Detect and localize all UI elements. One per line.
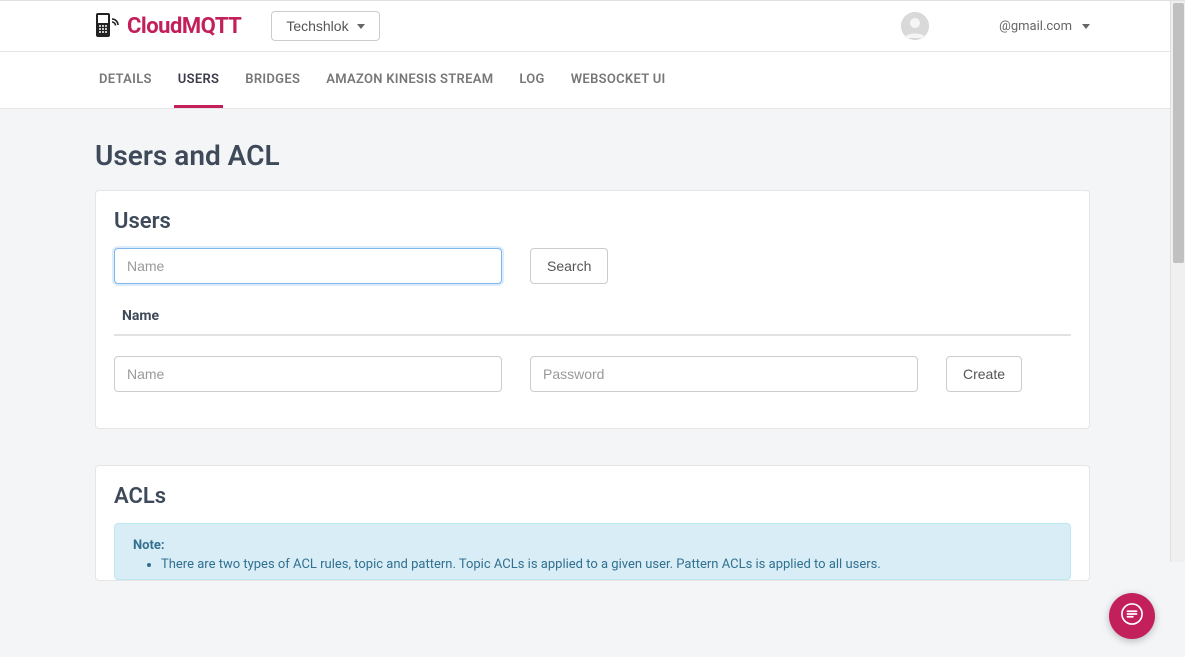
tab-log[interactable]: LOG bbox=[515, 52, 548, 108]
avatar[interactable] bbox=[901, 12, 929, 40]
users-card-title: Users bbox=[114, 209, 1071, 234]
create-button[interactable]: Create bbox=[946, 356, 1022, 392]
create-name-input[interactable] bbox=[114, 356, 502, 392]
acls-card: ACLs Note: There are two types of ACL ru… bbox=[95, 465, 1090, 581]
create-password-input[interactable] bbox=[530, 356, 918, 392]
chat-icon bbox=[1121, 603, 1143, 629]
acls-note: Note: There are two types of ACL rules, … bbox=[114, 523, 1071, 580]
acls-card-title: ACLs bbox=[114, 484, 1071, 509]
users-table-header: Name bbox=[114, 298, 1071, 336]
tab-websocket-ui[interactable]: WEBSOCKET UI bbox=[567, 52, 670, 108]
search-name-input[interactable] bbox=[114, 248, 502, 284]
page-title: Users and ACL bbox=[95, 139, 1090, 172]
column-name: Name bbox=[122, 308, 159, 324]
top-bar: CloudMQTT Techshlok @gmail.com bbox=[0, 1, 1185, 52]
chevron-down-icon bbox=[1082, 24, 1090, 29]
user-menu[interactable]: @gmail.com bbox=[999, 19, 1090, 34]
scrollbar-thumb[interactable] bbox=[1173, 3, 1184, 263]
instance-label: Techshlok bbox=[286, 18, 348, 34]
tab-bridges[interactable]: BRIDGES bbox=[241, 52, 304, 108]
brand-name: CloudMQTT bbox=[127, 14, 241, 39]
note-bullet: There are two types of ACL rules, topic … bbox=[161, 555, 1052, 575]
scrollbar-vertical[interactable] bbox=[1170, 1, 1185, 562]
user-email: @gmail.com bbox=[999, 19, 1072, 34]
search-button[interactable]: Search bbox=[530, 248, 608, 284]
tabs-bar: DETAILS USERS BRIDGES AMAZON KINESIS STR… bbox=[0, 52, 1185, 109]
tab-amazon-kinesis[interactable]: AMAZON KINESIS STREAM bbox=[322, 52, 497, 108]
tab-users[interactable]: USERS bbox=[174, 52, 224, 108]
content-area: Users and ACL Users Search Name Create A… bbox=[0, 109, 1185, 657]
tab-details[interactable]: DETAILS bbox=[95, 52, 156, 108]
brand-logo[interactable]: CloudMQTT bbox=[95, 11, 241, 41]
chevron-down-icon bbox=[357, 24, 365, 29]
note-heading: Note: bbox=[133, 538, 1052, 553]
users-card: Users Search Name Create bbox=[95, 190, 1090, 429]
instance-selector[interactable]: Techshlok bbox=[271, 11, 379, 41]
mqtt-logo-icon bbox=[95, 11, 121, 41]
chat-fab[interactable] bbox=[1109, 593, 1155, 639]
